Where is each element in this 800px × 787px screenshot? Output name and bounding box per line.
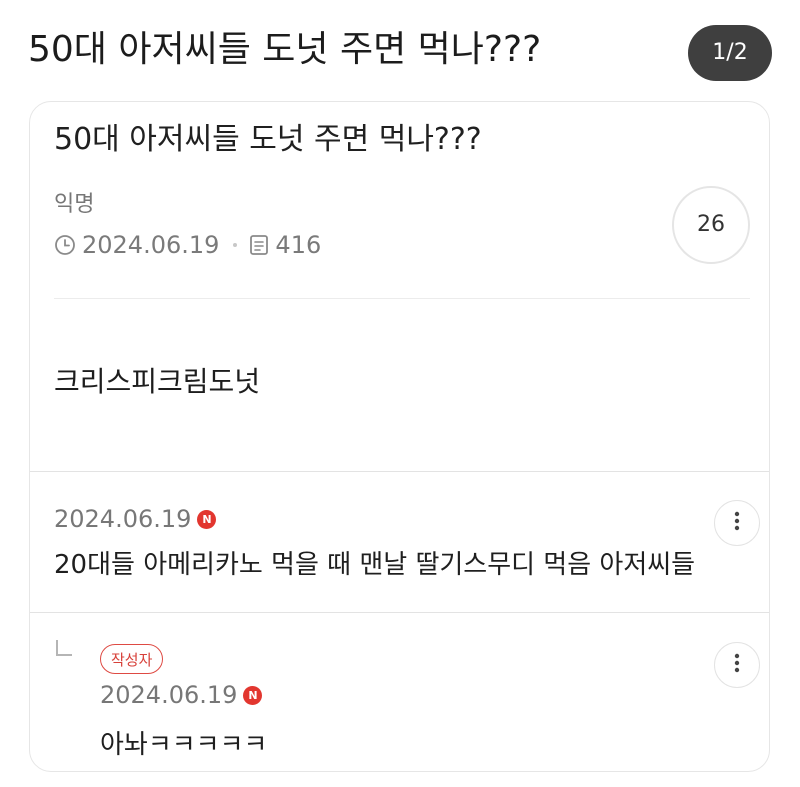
comment-date: 2024.06.19	[54, 505, 192, 533]
comment-count-badge[interactable]: 26	[672, 186, 750, 264]
new-badge: N	[243, 685, 263, 705]
post-views: 416	[275, 231, 322, 259]
more-vertical-icon	[734, 511, 740, 535]
reply-text: 아놔ㅋㅋㅋㅋㅋ	[100, 730, 268, 760]
author-tag: 작성자	[100, 644, 164, 674]
post-meta: 2024.06.19 416	[54, 228, 321, 262]
comment-divider	[30, 612, 769, 613]
reply-arrow-icon	[56, 640, 72, 656]
post-date: 2024.06.19	[82, 231, 220, 259]
clock-icon	[54, 234, 76, 256]
reply-more-button[interactable]	[714, 642, 760, 688]
comment-text: 20대들 아메리카노 먹을 때 맨날 딸기스무디 먹음 아저씨들	[54, 550, 696, 580]
new-badge: N	[197, 509, 217, 529]
reply-date: 2024.06.19	[100, 681, 238, 709]
page-counter-badge[interactable]: 1/2	[688, 25, 772, 81]
comments-divider	[30, 471, 769, 472]
meta-separator	[233, 243, 238, 247]
post-author: 익명	[54, 192, 95, 217]
post-title: 50대 아저씨들 도넛 주면 먹나???	[54, 122, 482, 157]
header-divider	[54, 298, 750, 299]
post-body: 크리스피크림도넛	[54, 365, 261, 398]
post-card: 50대 아저씨들 도넛 주면 먹나??? 익명 2024.06.19 416 2…	[29, 101, 770, 772]
page-title: 50대 아저씨들 도넛 주면 먹나???	[28, 29, 542, 70]
reply-date-row: 2024.06.19 N	[100, 678, 263, 712]
screenshot-page: 50대 아저씨들 도넛 주면 먹나??? 1/2 50대 아저씨들 도넛 주면 …	[0, 0, 800, 787]
document-list-icon	[249, 234, 269, 256]
comment-date-row: 2024.06.19 N	[54, 502, 217, 536]
more-vertical-icon	[734, 653, 740, 677]
comment-more-button[interactable]	[714, 500, 760, 546]
